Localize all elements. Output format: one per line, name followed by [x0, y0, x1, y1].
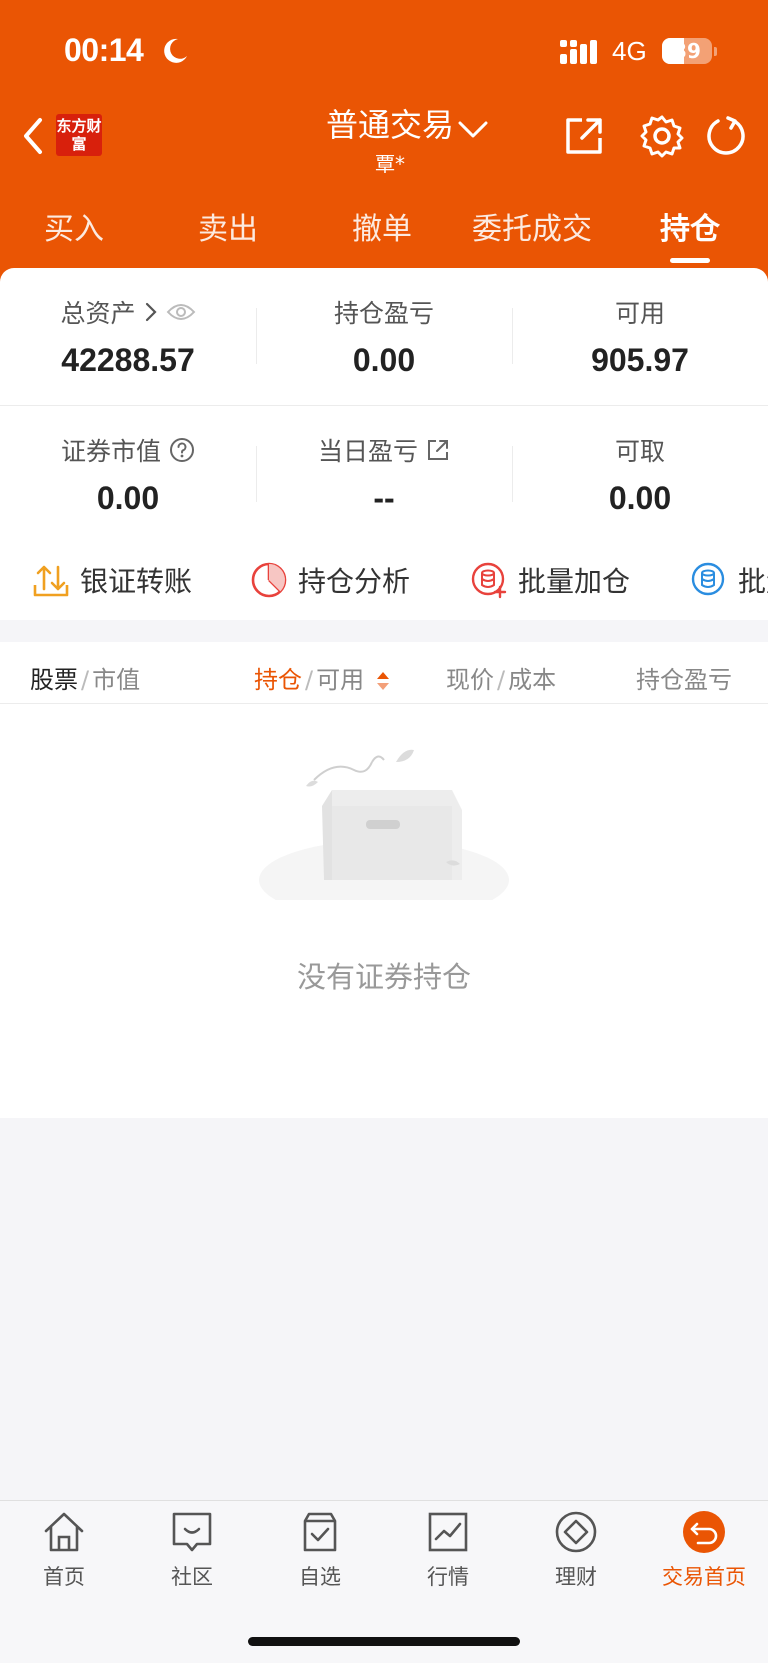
home-indicator [248, 1637, 520, 1646]
withdrawable: 可取 0.00 [512, 432, 768, 517]
network-type: 4G [612, 36, 647, 66]
external-link-icon [428, 440, 448, 460]
trade-return-icon [683, 1511, 725, 1553]
empty-box-illustration [259, 749, 509, 900]
market-chart-icon [428, 1512, 468, 1552]
nav-wealth-label: 理财 [555, 1565, 597, 1589]
app-logo: 东方财富 [56, 114, 102, 156]
daily-pl-value: -- [373, 480, 395, 516]
moon-icon [164, 38, 187, 63]
header-bar: 00:14 4G 39 东方财富 普通交易 覃* 买入 卖出 撤单 委托成交 持… [0, 0, 768, 290]
col-pl[interactable]: 持仓盈亏 [636, 660, 736, 695]
quick-actions: 银证转账 持仓分析 批量加仓 批量 [0, 540, 768, 620]
wealth-icon [555, 1511, 597, 1553]
withdrawable-value: 0.00 [608, 480, 672, 516]
sort-icon[interactable] [376, 670, 390, 692]
chat-icon [172, 1512, 212, 1552]
batch-add-button[interactable]: 批量加仓 [470, 560, 630, 600]
batch-button[interactable]: 批量 [690, 560, 768, 600]
battery-level: 39 [673, 39, 701, 63]
position-pl-value: 0.00 [352, 342, 416, 378]
positions-table-header: 股票 / 市值 持仓 / 可用 现价 / 成本 持仓盈亏 [0, 642, 768, 704]
chevron-down-icon[interactable] [456, 114, 490, 144]
withdrawable-label: 可取 [614, 437, 665, 466]
battery-tip [714, 47, 717, 56]
status-time: 00:14 [64, 32, 144, 68]
bank-transfer-button[interactable]: 银证转账 [32, 560, 192, 600]
page-title: 普通交易 [325, 106, 454, 144]
total-assets[interactable]: 总资产 42288.57 [0, 294, 256, 379]
trade-tabs: 买入 卖出 撤单 委托成交 持仓 [0, 190, 768, 270]
position-analysis-label: 持仓分析 [298, 565, 411, 598]
col-pl-label: 持仓盈亏 [636, 666, 732, 694]
market-value: 证券市值 0.00 [0, 432, 256, 517]
col-price[interactable]: 现价 / 成本 [446, 660, 556, 695]
nav-trade-home[interactable]: 交易首页 [640, 1509, 768, 1591]
signal-icon [560, 40, 597, 64]
settings-icon[interactable] [640, 114, 684, 158]
available-value: 905.97 [591, 342, 689, 378]
status-bar: 00:14 4G 39 [0, 28, 768, 74]
nav-home-label: 首页 [43, 1565, 85, 1589]
back-icon[interactable] [18, 114, 48, 158]
market-value-label: 证券市值 [60, 437, 161, 466]
tab-positions[interactable]: 持仓 [660, 204, 720, 248]
empty-state: 没有证券持仓 [0, 704, 768, 1118]
col-holding[interactable]: 持仓 / 可用 [254, 660, 390, 695]
bank-transfer-label: 银证转账 [80, 565, 193, 598]
empty-message: 没有证券持仓 [296, 960, 471, 994]
tab-buy[interactable]: 买入 [44, 204, 104, 248]
home-icon [44, 1512, 84, 1552]
refresh-icon[interactable] [704, 114, 748, 158]
nav-watchlist-label: 自选 [299, 1565, 341, 1589]
col-market-value-label: 市值 [92, 666, 141, 694]
nav-watchlist[interactable]: 自选 [256, 1509, 384, 1591]
tab-indicator [670, 258, 710, 263]
position-analysis-button[interactable]: 持仓分析 [250, 560, 410, 600]
coins-icon [691, 562, 725, 596]
col-stock-label: 股票 [30, 666, 78, 694]
col-holding-label: 持仓 [254, 666, 302, 694]
share-icon[interactable] [562, 114, 606, 158]
nav-community-label: 社区 [171, 1565, 213, 1589]
position-pl-label: 持仓盈亏 [333, 299, 434, 328]
nav-community[interactable]: 社区 [128, 1509, 256, 1591]
total-assets-value: 42288.57 [61, 342, 195, 378]
tab-sell[interactable]: 卖出 [198, 204, 258, 248]
nav-market[interactable]: 行情 [384, 1509, 512, 1591]
daily-pl[interactable]: 当日盈亏 -- [256, 432, 512, 517]
col-cost-label: 成本 [508, 666, 557, 694]
available-funds: 可用 905.97 [512, 294, 768, 379]
account-name: 覃* [375, 152, 405, 176]
nav-trade-home-label: 交易首页 [662, 1565, 746, 1589]
pie-chart-icon [251, 562, 287, 598]
market-value-value: 0.00 [96, 480, 160, 516]
help-icon[interactable] [169, 437, 195, 463]
tab-orders[interactable]: 委托成交 [472, 204, 592, 248]
transfer-icon [33, 565, 69, 597]
col-available-label: 可用 [316, 666, 365, 694]
divider [0, 405, 768, 406]
batch-add-label: 批量加仓 [518, 565, 631, 598]
tab-cancel[interactable]: 撤单 [352, 204, 412, 248]
daily-pl-label: 当日盈亏 [317, 437, 418, 466]
col-price-label: 现价 [446, 666, 494, 694]
nav-bar: 东方财富 普通交易 覃* [0, 100, 768, 180]
position-pl: 持仓盈亏 0.00 [256, 294, 512, 379]
watchlist-icon [303, 1512, 337, 1552]
chevron-right-icon [145, 302, 157, 322]
coins-add-icon [471, 562, 507, 599]
col-stock[interactable]: 股票 / 市值 [30, 660, 140, 695]
total-assets-label: 总资产 [60, 299, 136, 328]
nav-market-label: 行情 [427, 1565, 469, 1589]
eye-icon[interactable] [166, 302, 196, 322]
battery-indicator: 39 [662, 38, 712, 64]
available-label: 可用 [614, 299, 665, 328]
nav-home[interactable]: 首页 [0, 1509, 128, 1591]
nav-wealth[interactable]: 理财 [512, 1509, 640, 1591]
batch-label: 批量 [738, 565, 768, 598]
